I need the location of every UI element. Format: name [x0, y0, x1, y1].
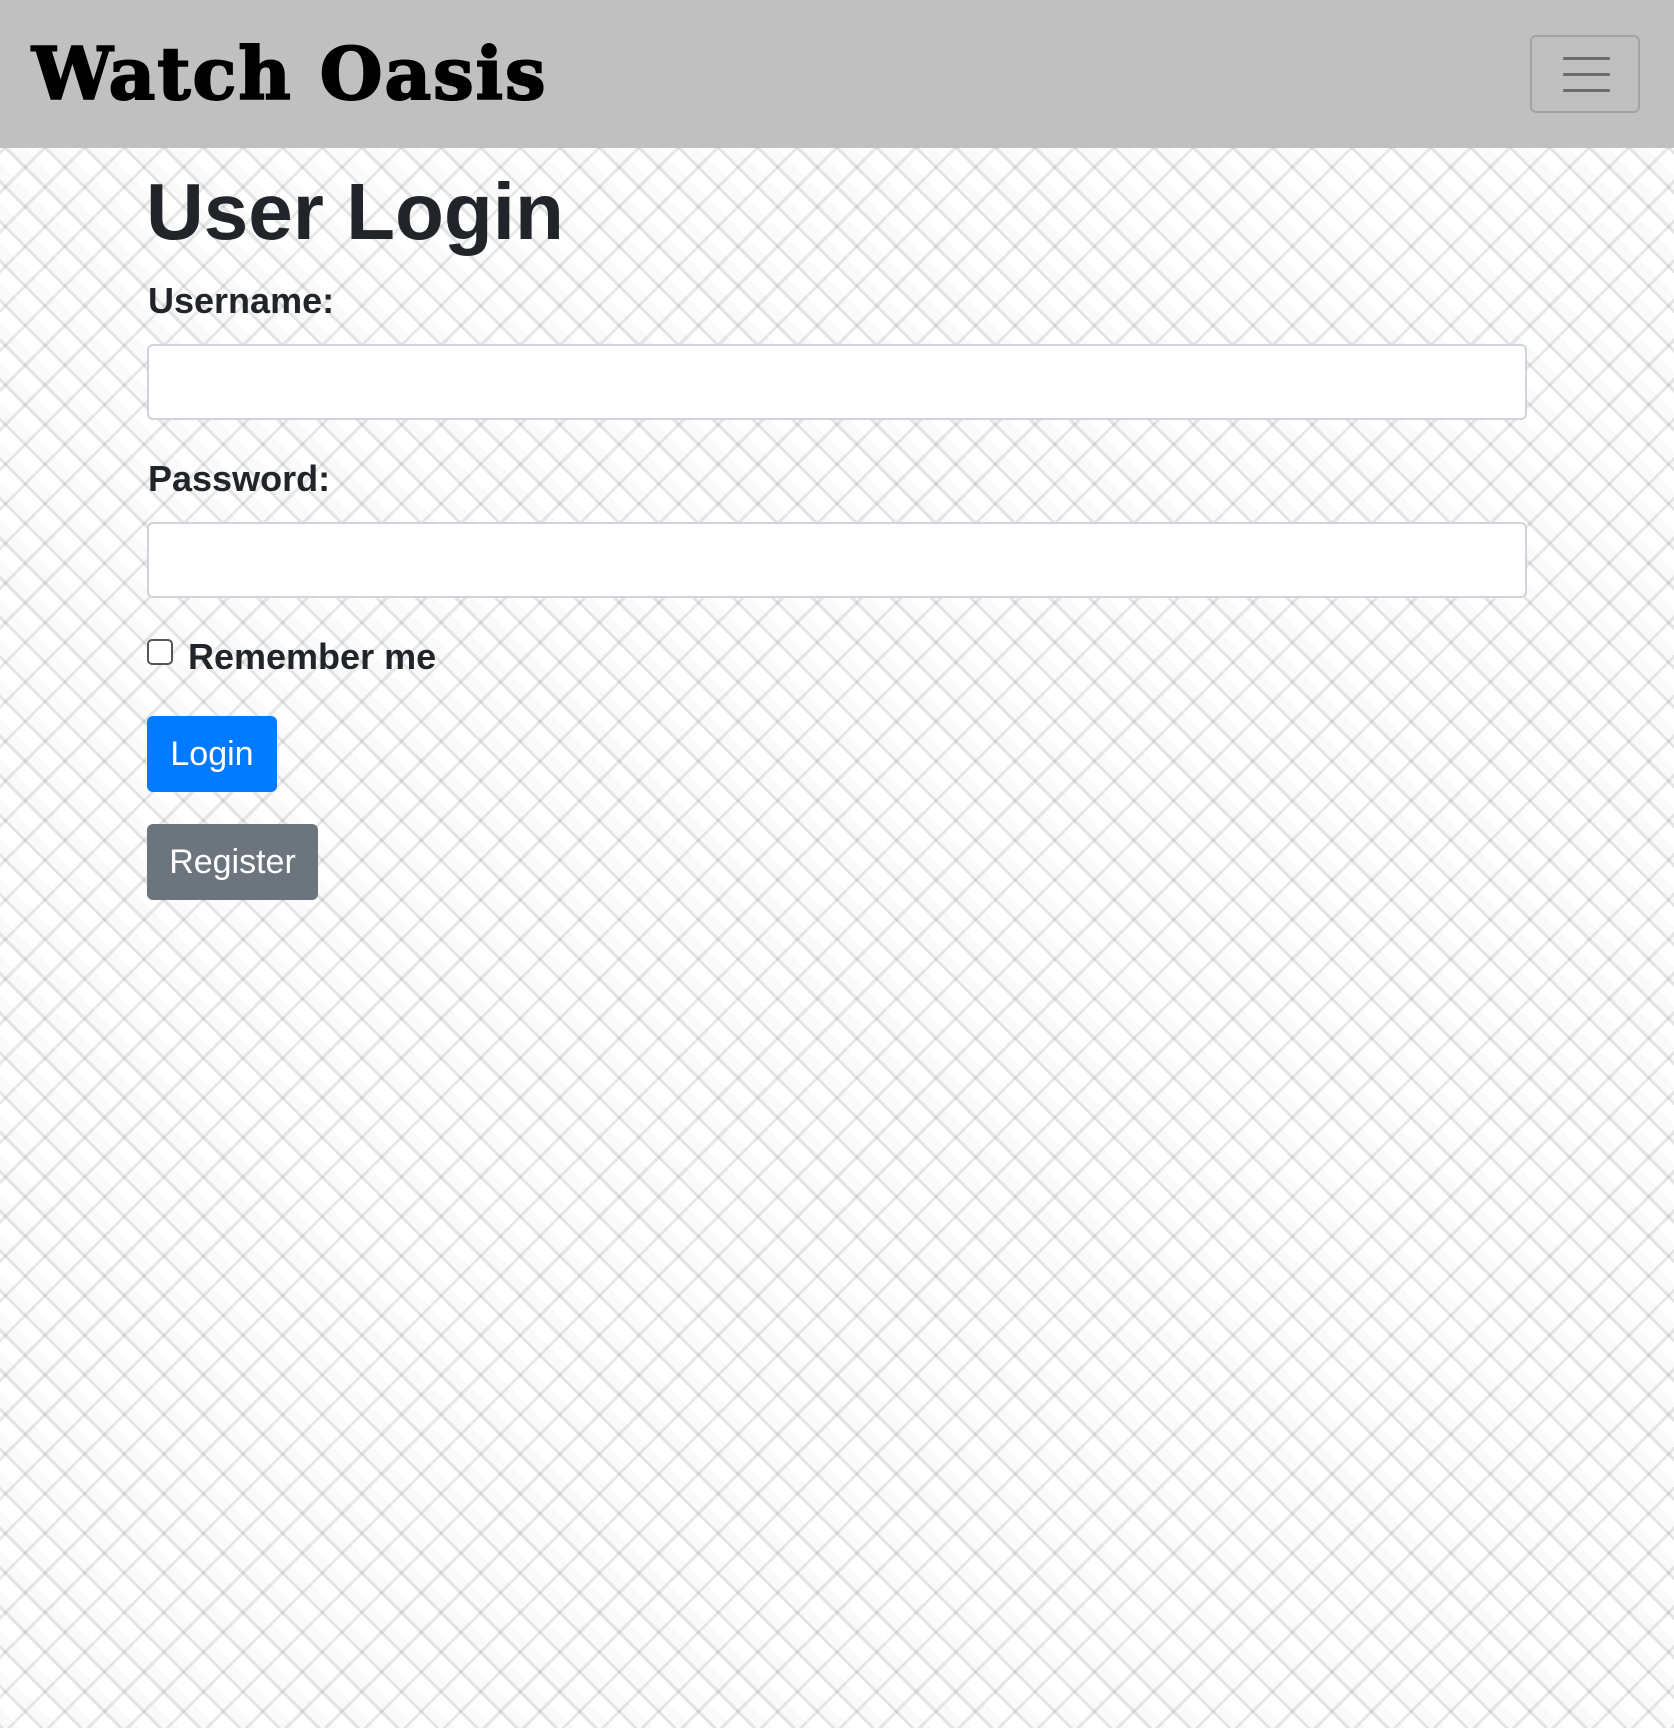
password-input[interactable]: [147, 522, 1527, 598]
navbar-toggle-button[interactable]: [1530, 35, 1640, 113]
remember-me-checkbox[interactable]: [147, 639, 173, 665]
password-label: Password:: [148, 458, 331, 499]
page-title: User Login: [146, 167, 564, 256]
hamburger-menu-icon-line: [1563, 89, 1610, 92]
hamburger-menu-icon: [1563, 57, 1610, 60]
hamburger-menu-icon-line: [1563, 73, 1610, 76]
username-input[interactable]: [147, 344, 1527, 420]
register-button[interactable]: Register: [147, 824, 318, 900]
username-label: Username:: [148, 280, 335, 321]
remember-me-label[interactable]: Remember me: [188, 636, 436, 678]
brand-logo[interactable]: Watch Oasis: [31, 31, 548, 117]
navbar: Watch Oasis: [0, 0, 1674, 148]
login-button[interactable]: Login: [147, 716, 277, 792]
